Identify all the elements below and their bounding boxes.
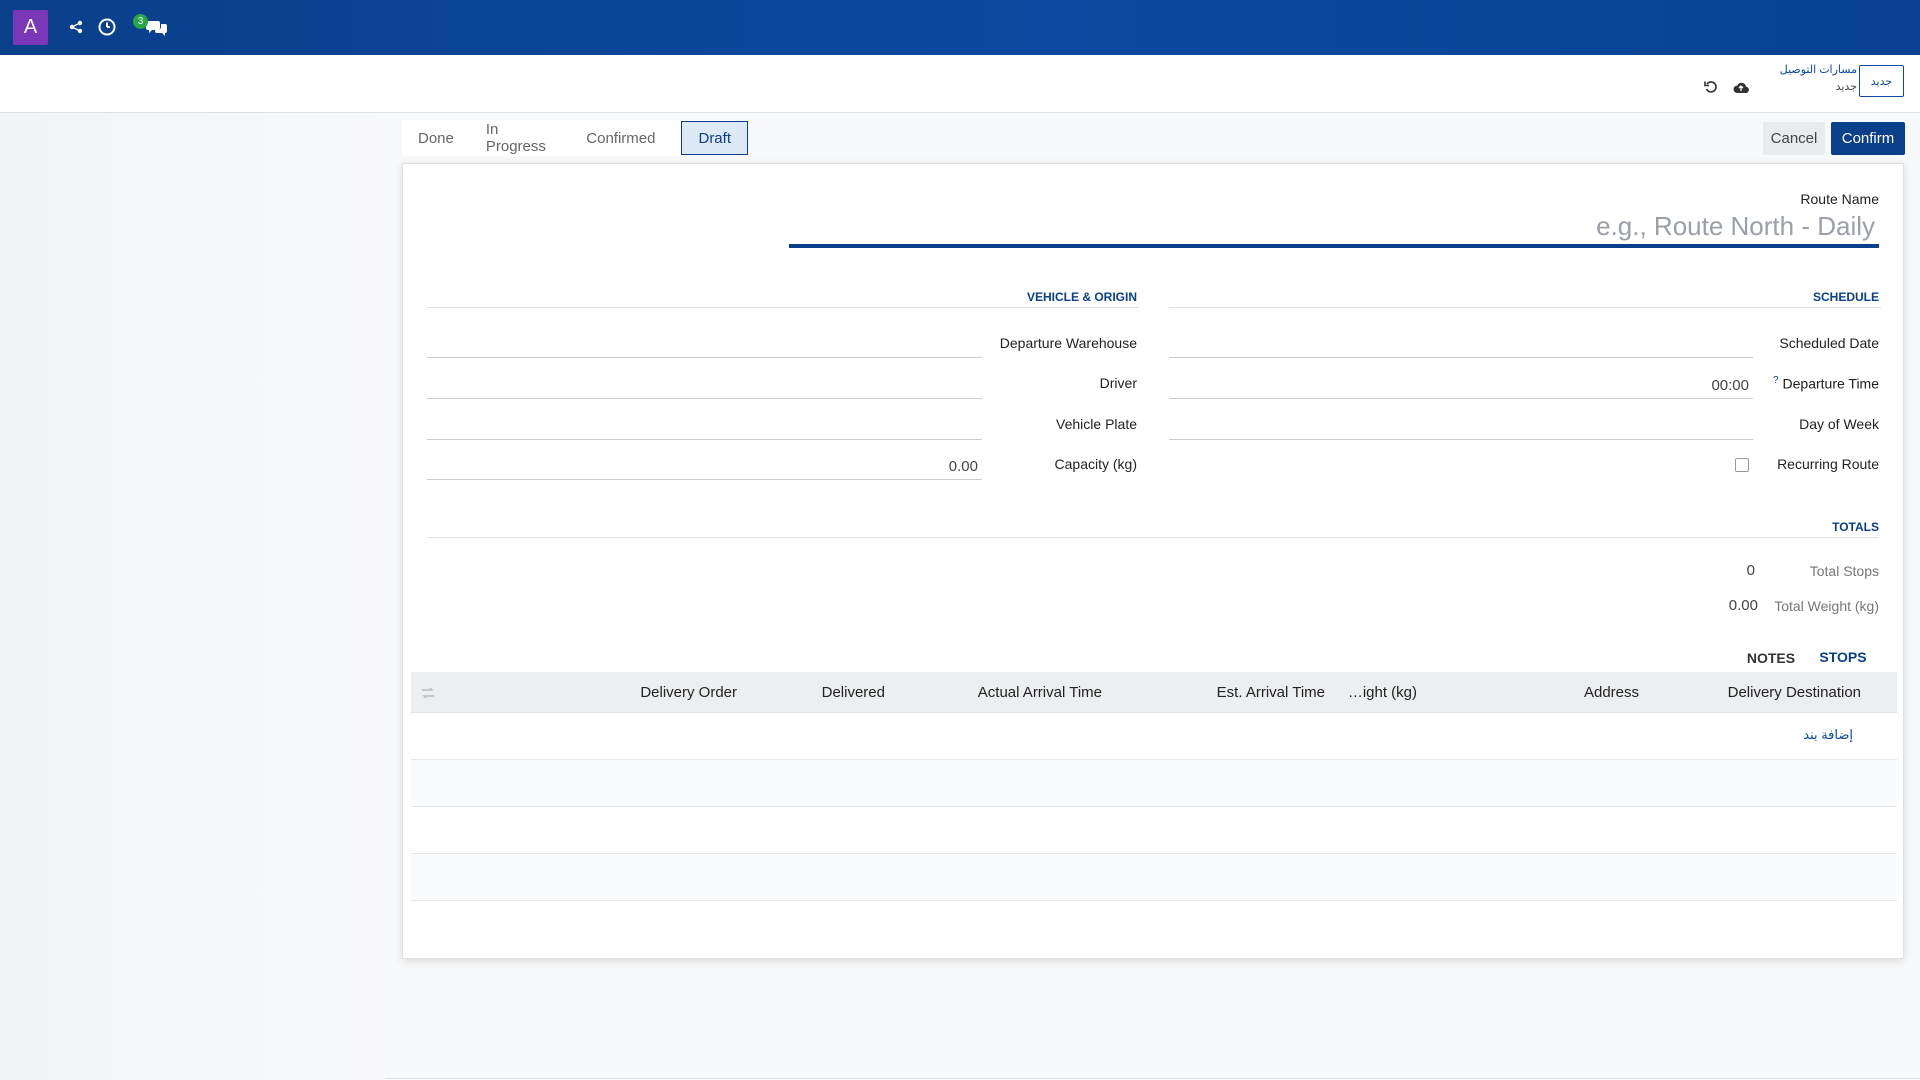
clock-icon[interactable]: [96, 16, 118, 38]
user-avatar[interactable]: A: [13, 10, 48, 45]
departure-time-label-wrap: ? Departure Time: [1773, 375, 1879, 392]
table-row: [411, 760, 1897, 807]
new-button[interactable]: جديد: [1859, 65, 1904, 97]
capacity-input[interactable]: 0.00: [427, 456, 982, 480]
departure-time-label: Departure Time: [1782, 375, 1879, 392]
statusbar: Done In Progress Confirmed Draft: [402, 120, 748, 156]
total-stops-label: Total Stops: [1809, 563, 1879, 579]
breadcrumb-current: جديد: [1835, 81, 1857, 93]
recurring-route-label: Recurring Route: [1777, 456, 1879, 472]
day-of-week-label: Day of Week: [1799, 416, 1879, 432]
total-weight-value: 0.00: [1728, 597, 1758, 614]
totals-divider: [427, 537, 1879, 538]
top-navbar: A 3: [0, 0, 1920, 55]
chat-count-badge: 3: [133, 14, 148, 29]
totals-group-title: TOTALS: [1832, 520, 1879, 534]
column-est-arrival[interactable]: Est. Arrival Time: [1217, 672, 1325, 713]
table-row-add-line: إضافة بند: [411, 713, 1897, 760]
vehicle-plate-label: Vehicle Plate: [1056, 416, 1137, 432]
stops-table-header: Delivery Destination Address …ight (kg) …: [411, 672, 1897, 713]
departure-warehouse-input[interactable]: [427, 334, 982, 358]
discard-icon[interactable]: [1703, 79, 1719, 95]
route-name-label: Route Name: [1800, 191, 1879, 207]
column-settings-icon[interactable]: [421, 672, 435, 713]
column-delivery-destination[interactable]: Delivery Destination: [1728, 672, 1861, 713]
form-sheet: Route Name VEHICLE & ORIGIN Departure Wa…: [402, 163, 1904, 959]
driver-label: Driver: [1099, 375, 1137, 391]
add-line-link[interactable]: إضافة بند: [1803, 727, 1853, 743]
share-icon[interactable]: [65, 16, 87, 38]
status-draft[interactable]: Draft: [681, 121, 748, 155]
column-address[interactable]: Address: [1584, 672, 1639, 713]
status-in-progress[interactable]: In Progress: [470, 121, 570, 155]
bottom-divider: [385, 1078, 1920, 1079]
cancel-button[interactable]: Cancel: [1763, 122, 1825, 155]
breadcrumb-parent[interactable]: مسارات التوصيل: [1780, 63, 1857, 76]
scheduled-date-label: Scheduled Date: [1779, 335, 1879, 351]
route-name-input[interactable]: [789, 208, 1879, 248]
vehicle-plate-input[interactable]: [427, 416, 982, 440]
control-panel: جديد مسارات التوصيل جديد: [0, 55, 1920, 113]
departure-warehouse-label: Departure Warehouse: [999, 335, 1137, 351]
departure-time-help-icon[interactable]: ?: [1773, 375, 1779, 386]
day-of-week-input[interactable]: [1169, 416, 1753, 440]
capacity-label: Capacity (kg): [1054, 456, 1137, 472]
schedule-divider: [1169, 307, 1881, 308]
recurring-route-checkbox[interactable]: [1735, 458, 1749, 472]
status-confirmed[interactable]: Confirmed: [570, 121, 671, 155]
save-cloud-icon[interactable]: [1733, 79, 1749, 95]
status-done[interactable]: Done: [402, 121, 470, 155]
vehicle-origin-group-title: VEHICLE & ORIGIN: [1026, 290, 1137, 304]
vehicle-origin-divider: [427, 307, 1139, 308]
column-delivered[interactable]: Delivered: [822, 672, 885, 713]
schedule-group-title: SCHEDULE: [1812, 290, 1879, 304]
departure-time-input[interactable]: 00:00: [1169, 375, 1753, 399]
chat-icon[interactable]: [146, 16, 168, 38]
column-weight[interactable]: …ight (kg): [1348, 672, 1417, 713]
driver-input[interactable]: [427, 375, 982, 399]
scheduled-date-input[interactable]: [1169, 334, 1753, 358]
tab-notes[interactable]: NOTES: [1739, 640, 1803, 676]
table-row: [411, 854, 1897, 901]
table-row: [411, 807, 1897, 854]
total-stops-value: 0: [1746, 562, 1755, 579]
total-weight-label: Total Weight (kg): [1774, 598, 1879, 614]
tab-stops[interactable]: STOPS: [1805, 640, 1881, 676]
column-actual-arrival[interactable]: Actual Arrival Time: [978, 672, 1102, 713]
left-sidebar-band: [0, 113, 402, 1080]
confirm-button[interactable]: Confirm: [1831, 122, 1905, 155]
column-delivery-order[interactable]: Delivery Order: [640, 672, 737, 713]
